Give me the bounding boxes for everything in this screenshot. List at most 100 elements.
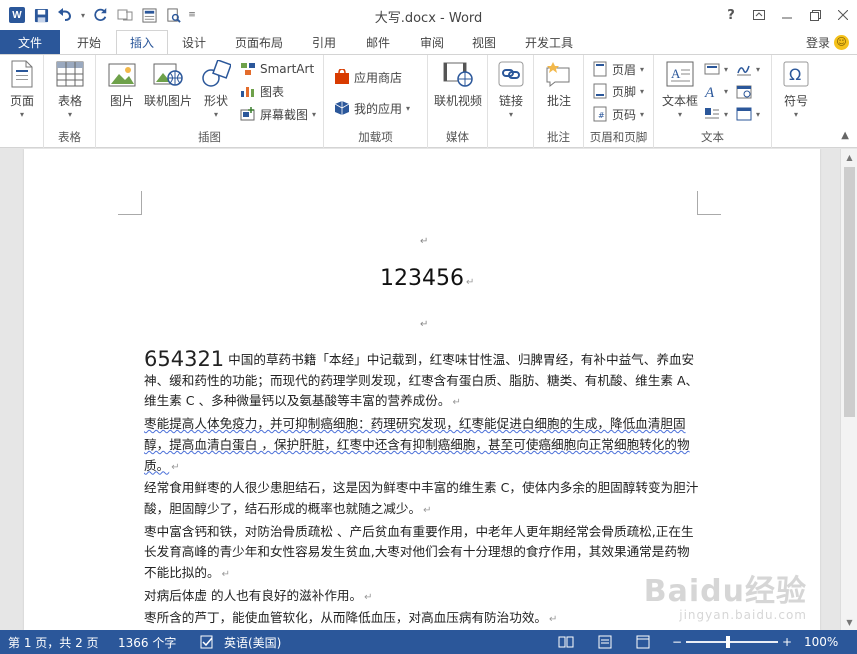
- undo-icon[interactable]: [54, 5, 76, 25]
- document-body[interactable]: 654321 中国的草药书籍「本经」中记载到，红枣味甘性温、归脾胃经，有补中益气、…: [144, 349, 699, 630]
- chart-button[interactable]: 图表: [240, 81, 284, 101]
- word-count[interactable]: 1366 个字: [118, 630, 176, 654]
- wordart-button[interactable]: A ▾: [704, 81, 728, 101]
- help-button[interactable]: ?: [717, 0, 745, 30]
- paragraph-mark: ↵: [452, 397, 461, 409]
- zoom-out-button[interactable]: −: [672, 630, 682, 654]
- object-button[interactable]: ▾: [736, 104, 760, 124]
- drop-cap-dropdown-icon: ▾: [724, 109, 729, 119]
- word-app-icon[interactable]: W: [6, 5, 28, 25]
- tab-references[interactable]: 引用: [302, 30, 346, 54]
- collapse-ribbon-icon[interactable]: ▲: [841, 130, 849, 141]
- tab-page-layout[interactable]: 页面布局: [226, 30, 292, 54]
- tab-developer[interactable]: 开发工具: [516, 30, 582, 54]
- print-layout-icon[interactable]: [598, 630, 612, 654]
- shapes-dropdown-icon: ▾: [213, 110, 218, 119]
- sign-in[interactable]: 登录 ☺: [806, 30, 849, 54]
- paragraph-text: 枣能提高人体免疫力，并可抑制癌细胞：药理研究发现，红枣能促进白细胞的生成，降低血…: [144, 416, 690, 473]
- quick-parts-button[interactable]: ▾: [704, 59, 728, 79]
- zoom-level[interactable]: 100%: [804, 630, 838, 654]
- screenshot-label: 屏幕截图: [260, 107, 309, 122]
- svg-text:#: #: [598, 111, 605, 120]
- signature-line-button[interactable]: ▾: [736, 59, 760, 79]
- online-picture-button[interactable]: 联机图片: [142, 59, 194, 109]
- pages-button[interactable]: 页面 ▾: [6, 59, 38, 119]
- app-store-button[interactable]: 应用商店: [334, 67, 402, 87]
- proofing-icon[interactable]: [200, 630, 214, 654]
- picture-label: 图片: [109, 94, 134, 108]
- quick-parts-dropdown-icon: ▾: [724, 64, 729, 74]
- tab-design[interactable]: 设计: [172, 30, 216, 54]
- picture-button[interactable]: 图片: [106, 59, 138, 109]
- paragraph-5: 对病后体虚 的人也有良好的滋补作用。 ↵: [144, 586, 699, 609]
- redo-icon[interactable]: [90, 5, 112, 25]
- my-apps-button[interactable]: 我的应用 ▾: [334, 98, 410, 118]
- textbox-label: 文本框: [661, 94, 698, 108]
- scroll-up-icon[interactable]: ▲: [841, 149, 857, 165]
- zoom-slider[interactable]: [686, 641, 778, 643]
- repeat-format-icon[interactable]: [114, 5, 136, 25]
- online-video-icon: [443, 59, 473, 89]
- close-icon[interactable]: [829, 0, 857, 30]
- sign-in-label: 登录: [805, 35, 830, 50]
- tab-mailings[interactable]: 邮件: [356, 30, 400, 54]
- tab-insert[interactable]: 插入: [116, 30, 168, 55]
- page-number-button[interactable]: # 页码 ▾: [592, 104, 644, 124]
- smartart-label: SmartArt: [260, 62, 315, 76]
- header-button[interactable]: 页眉 ▾: [592, 59, 644, 79]
- svg-text:A: A: [671, 66, 681, 81]
- zoom-in-button[interactable]: +: [782, 630, 792, 654]
- shapes-icon: [201, 59, 231, 89]
- restore-icon[interactable]: [801, 0, 829, 30]
- comment-button[interactable]: 批注: [542, 59, 576, 109]
- tab-home[interactable]: 开始: [66, 30, 112, 54]
- link-icon: [496, 59, 526, 89]
- page-count[interactable]: 第 1 页，共 2 页: [8, 630, 99, 654]
- tab-view[interactable]: 视图: [462, 30, 506, 54]
- header-dropdown-icon: ▾: [640, 64, 645, 74]
- paragraph-mark: ↵: [465, 277, 475, 288]
- online-video-button[interactable]: 联机视频: [432, 59, 484, 109]
- scrollbar-thumb[interactable]: [844, 167, 855, 417]
- group-illustrations: 图片 联机图片 形状 ▾ SmartArt 图表 屏幕截图 ▾ 插图: [96, 55, 324, 148]
- paragraph-mark: ↵: [221, 569, 230, 581]
- scroll-down-icon[interactable]: ▼: [841, 614, 857, 630]
- shapes-button[interactable]: 形状 ▾: [200, 59, 232, 119]
- table-icon: [55, 59, 85, 89]
- undo-dropdown-icon[interactable]: ▾: [78, 5, 88, 25]
- layout-view-icon[interactable]: [138, 5, 160, 25]
- document-heading[interactable]: 123456 ↵: [380, 266, 474, 291]
- tab-file[interactable]: 文件: [0, 30, 60, 54]
- paragraph-mark: ↵: [420, 236, 429, 247]
- language[interactable]: 英语(美国): [224, 630, 281, 654]
- screenshot-button[interactable]: 屏幕截图 ▾: [240, 104, 316, 124]
- shapes-label: 形状: [203, 94, 228, 108]
- footer-button[interactable]: 页脚 ▾: [592, 81, 644, 101]
- ribbon-display-options-icon[interactable]: [745, 0, 773, 30]
- table-button[interactable]: 表格 ▾: [54, 59, 86, 119]
- symbol-button[interactable]: Ω 符号 ▾: [780, 59, 812, 119]
- vertical-scrollbar[interactable]: ▲ ▼: [840, 149, 857, 630]
- web-layout-icon[interactable]: [636, 630, 650, 654]
- quick-parts-icon: [704, 61, 720, 77]
- drop-cap-button[interactable]: ▾: [704, 104, 728, 124]
- document-page[interactable]: ↵ 123456 ↵ ↵ 654321 中国的草药书籍「本经」中记载到，红枣味甘性温…: [24, 149, 820, 630]
- print-preview-icon[interactable]: [162, 5, 184, 25]
- save-icon[interactable]: [30, 5, 52, 25]
- screenshot-dropdown-icon: ▾: [312, 109, 317, 119]
- date-time-button[interactable]: [736, 81, 752, 101]
- customize-qat-icon[interactable]: ≡: [186, 5, 198, 25]
- links-dropdown-icon: ▾: [508, 110, 513, 119]
- smartart-button[interactable]: SmartArt: [240, 59, 314, 79]
- tab-review[interactable]: 审阅: [410, 30, 454, 54]
- zoom-slider-thumb[interactable]: [726, 636, 730, 648]
- group-comments: 批注 批注: [534, 55, 584, 148]
- chart-label: 图表: [260, 84, 285, 99]
- smiley-feedback-icon[interactable]: ☺: [834, 34, 849, 50]
- textbox-button[interactable]: A 文本框 ▾: [658, 59, 702, 119]
- chart-icon: [240, 83, 256, 99]
- my-apps-dropdown-icon: ▾: [406, 103, 411, 113]
- minimize-icon[interactable]: [773, 0, 801, 30]
- read-mode-icon[interactable]: [558, 630, 574, 654]
- links-button[interactable]: 链接 ▾: [494, 59, 528, 119]
